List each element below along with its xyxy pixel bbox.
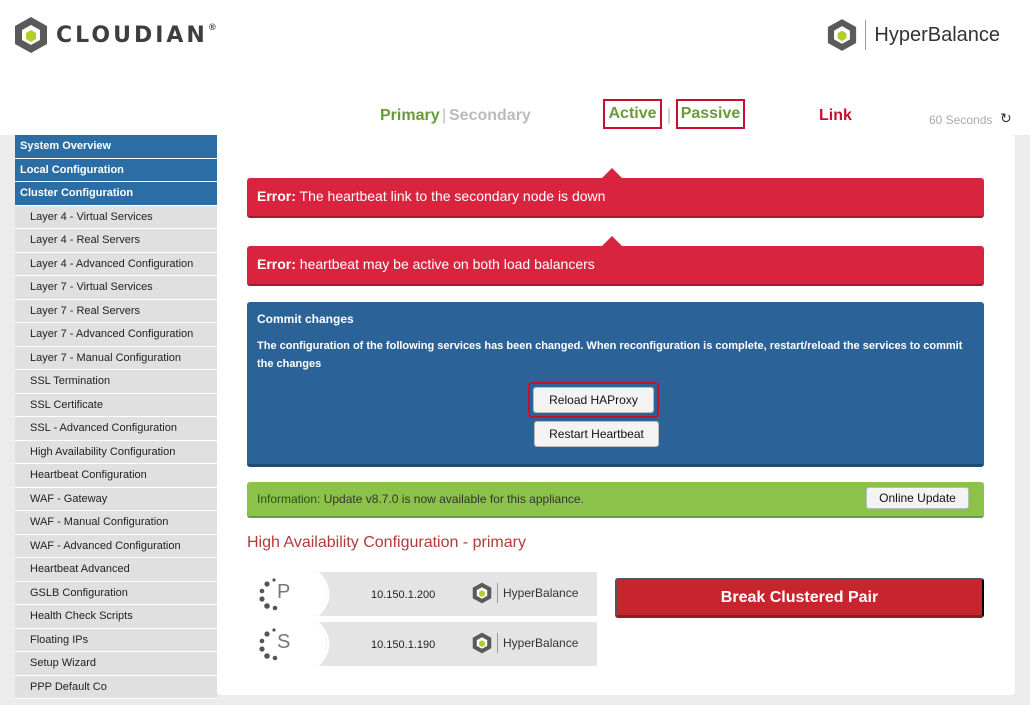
status-secondary: Secondary (449, 107, 531, 124)
error-banner-heartbeat-active: Error: heartbeat may be active on both l… (247, 236, 984, 286)
sidebar-item-system-overview[interactable]: System Overview (15, 135, 217, 159)
commit-title: Commit changes (257, 312, 354, 326)
commit-changes-box: Commit changes The configuration of the … (247, 302, 984, 467)
node-ip: 10.150.1.200 (371, 589, 436, 601)
sidebar-item-layer-7-virtual-services[interactable]: Layer 7 - Virtual Services (15, 276, 217, 300)
sidebar-item-layer-7-advanced-configuration[interactable]: Layer 7 - Advanced Configuration (15, 323, 217, 347)
sidebar-item-waf-gateway[interactable]: WAF - Gateway (15, 487, 217, 511)
main-panel: Error: The heartbeat link to the seconda… (217, 135, 1015, 695)
cluster-status-bar: Primary | Secondary Active | Passive Lin… (0, 97, 1030, 133)
sidebar-item-layer-7-real-servers[interactable]: Layer 7 - Real Servers (15, 299, 217, 323)
sidebar-item-layer-4-advanced-configuration[interactable]: Layer 4 - Advanced Configuration (15, 252, 217, 276)
sidebar-item-heartbeat-configuration[interactable]: Heartbeat Configuration (15, 464, 217, 488)
sidebar-item-ssl-advanced-configuration[interactable]: SSL - Advanced Configuration (15, 417, 217, 441)
error-prefix: Error: (257, 188, 296, 204)
error-banner-heartbeat-link: Error: The heartbeat link to the seconda… (247, 168, 984, 218)
restart-heartbeat-button[interactable]: Restart Heartbeat (534, 421, 659, 447)
cloudian-logo: CLOUDIAN® (14, 16, 220, 54)
info-text: Information: Update v8.7.0 is now availa… (257, 492, 584, 506)
node-tab-shape (247, 622, 330, 666)
status-link: Link (819, 107, 852, 124)
sidebar-item-local-configuration[interactable]: Local Configuration (15, 158, 217, 182)
hyperbalance-cube-icon (472, 582, 492, 604)
top-bar: CLOUDIAN® HyperBalance Primary | Seconda… (0, 0, 1030, 135)
status-passive: Passive (676, 99, 745, 129)
sidebar: System Overview Local Configuration Cluste… (15, 135, 217, 699)
sidebar-item-layer-7-manual-configuration[interactable]: Layer 7 - Manual Configuration (15, 346, 217, 370)
cloudian-wordmark: CLOUDIAN® (56, 22, 220, 48)
sidebar-item-floating-ips[interactable]: Floating IPs (15, 628, 217, 652)
sidebar-item-high-availability-configuration[interactable]: High Availability Configuration (15, 440, 217, 464)
ha-section-title: High Availability Configuration - primar… (247, 534, 526, 551)
hyperbalance-logo: HyperBalance (827, 18, 1000, 52)
status-primary: Primary (380, 107, 440, 124)
node-secondary: S 10.150.1.190 HyperBalance (247, 622, 597, 666)
error-message: heartbeat may be active on both load bal… (299, 256, 595, 272)
refresh-icon[interactable]: ↻ (1000, 110, 1012, 127)
node-primary: P 10.150.1.200 HyperBalance (247, 572, 597, 616)
sidebar-item-layer-4-real-servers[interactable]: Layer 4 - Real Servers (15, 229, 217, 253)
node-hyperbalance-logo: HyperBalance (472, 632, 578, 654)
sidebar-item-setup-wizard[interactable]: Setup Wizard (15, 652, 217, 676)
sidebar-item-ssl-termination[interactable]: SSL Termination (15, 370, 217, 394)
sidebar-item-heartbeat-advanced[interactable]: Heartbeat Advanced (15, 558, 217, 582)
sidebar-item-waf-advanced-configuration[interactable]: WAF - Advanced Configuration (15, 534, 217, 558)
node-letter-s: S (277, 631, 291, 653)
commit-description: The configuration of the following servi… (257, 340, 963, 370)
sidebar-item-gslb-configuration[interactable]: GSLB Configuration (15, 581, 217, 605)
hyperbalance-cube-icon (472, 632, 492, 654)
hyperbalance-cube-icon (828, 19, 857, 51)
error-prefix: Error: (257, 256, 296, 272)
online-update-button[interactable]: Online Update (866, 487, 969, 509)
hyperbalance-wordmark: HyperBalance (874, 23, 1000, 46)
sidebar-item-cluster-configuration[interactable]: Cluster Configuration (15, 182, 217, 206)
node-tab-shape (247, 572, 330, 616)
sidebar-item-waf-manual-configuration[interactable]: WAF - Manual Configuration (15, 511, 217, 535)
status-active: Active (603, 99, 662, 129)
cloudian-cube-icon (15, 17, 47, 53)
reload-haproxy-button[interactable]: Reload HAProxy (533, 387, 654, 413)
sidebar-item-health-check-scripts[interactable]: Health Check Scripts (15, 605, 217, 629)
break-clustered-pair-button[interactable]: Break Clustered Pair (615, 578, 984, 618)
refresh-timer[interactable]: 60 Seconds (929, 113, 992, 127)
sidebar-item-ssl-certificate[interactable]: SSL Certificate (15, 393, 217, 417)
sidebar-item-layer-4-virtual-services[interactable]: Layer 4 - Virtual Services (15, 205, 217, 229)
node-ip: 10.150.1.190 (371, 639, 436, 651)
node-letter-p: P (277, 581, 291, 603)
node-hyperbalance-logo: HyperBalance (472, 582, 578, 604)
error-message: The heartbeat link to the secondary node… (299, 188, 606, 204)
update-info-banner: Information: Update v8.7.0 is now availa… (247, 482, 984, 518)
sidebar-item-ppp-default-co[interactable]: PPP Default Co (15, 675, 217, 699)
